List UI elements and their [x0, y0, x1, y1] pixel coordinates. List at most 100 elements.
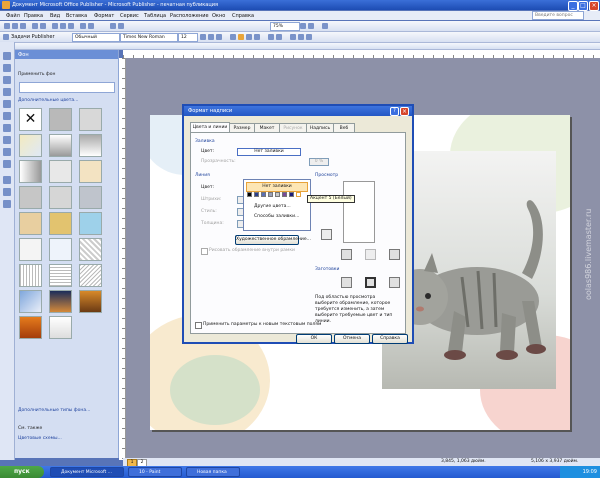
zoom-in-icon[interactable]: [308, 23, 314, 29]
background-swatch[interactable]: [19, 264, 42, 287]
bullets-icon[interactable]: [276, 34, 282, 40]
background-swatch[interactable]: [19, 160, 42, 183]
table-icon[interactable]: [110, 23, 116, 29]
italic-icon[interactable]: [208, 34, 214, 40]
hot-spot-icon[interactable]: [3, 176, 11, 184]
font-select[interactable]: Times New Roman: [120, 33, 178, 42]
preset-none[interactable]: [341, 277, 352, 288]
menu-window[interactable]: Окно: [212, 13, 225, 19]
save-icon[interactable]: [20, 23, 26, 29]
color-swatch[interactable]: [282, 192, 287, 197]
background-swatch[interactable]: [49, 238, 72, 261]
paste-icon[interactable]: [68, 23, 74, 29]
color-swatch-accent5[interactable]: [296, 192, 301, 197]
background-swatch[interactable]: [49, 212, 72, 235]
help-icon[interactable]: [322, 23, 328, 29]
border-preset-left[interactable]: [341, 249, 352, 260]
menu-help[interactable]: Справка: [232, 13, 254, 19]
border-preset-center[interactable]: [365, 249, 376, 260]
background-swatch[interactable]: [79, 160, 102, 183]
open-icon[interactable]: [12, 23, 18, 29]
background-swatch[interactable]: [49, 316, 72, 339]
start-button[interactable]: пуск: [0, 466, 44, 478]
background-swatch[interactable]: [19, 290, 42, 313]
preview-left-border-button[interactable]: [321, 229, 332, 240]
color-swatch[interactable]: [247, 192, 252, 197]
arrow-icon[interactable]: [3, 124, 11, 132]
menu-view[interactable]: Вид: [50, 13, 60, 19]
justify-icon[interactable]: [254, 34, 260, 40]
zoom-select[interactable]: 75%: [270, 22, 300, 31]
background-swatch[interactable]: [79, 238, 102, 261]
more-background-types-link[interactable]: Дополнительные типы фона...: [18, 408, 90, 413]
line-icon[interactable]: [3, 112, 11, 120]
cancel-button[interactable]: Отмена: [334, 334, 370, 344]
background-swatch[interactable]: [79, 264, 102, 287]
no-fill-option[interactable]: Нет заливки: [246, 182, 308, 192]
task-pane-icon[interactable]: [3, 34, 9, 40]
underline-icon[interactable]: [216, 34, 222, 40]
align-left-icon[interactable]: [230, 34, 236, 40]
background-color-strip[interactable]: [19, 82, 115, 93]
font-size-select[interactable]: 12: [178, 33, 198, 42]
background-swatch[interactable]: [19, 238, 42, 261]
align-center-icon[interactable]: [238, 34, 244, 40]
menu-tools[interactable]: Сервис: [120, 13, 139, 19]
maximize-button[interactable]: □: [578, 1, 588, 11]
copy-icon[interactable]: [60, 23, 66, 29]
font-color-icon[interactable]: [306, 34, 312, 40]
bold-icon[interactable]: [200, 34, 206, 40]
background-swatch[interactable]: [49, 134, 72, 157]
task-pane-label[interactable]: Задачи Publisher: [11, 34, 55, 40]
numbering-icon[interactable]: [268, 34, 274, 40]
vertical-ruler[interactable]: [119, 58, 126, 460]
new-icon[interactable]: [4, 23, 10, 29]
wordart-icon[interactable]: [3, 88, 11, 96]
border-art-button[interactable]: Художественное обрамление...: [235, 235, 311, 245]
background-swatch[interactable]: [49, 290, 72, 313]
menu-arrange[interactable]: Расположение: [170, 13, 209, 19]
background-swatch[interactable]: [19, 186, 42, 209]
background-swatch[interactable]: [79, 212, 102, 235]
cut-icon[interactable]: [52, 23, 58, 29]
oval-icon[interactable]: [3, 136, 11, 144]
align-right-icon[interactable]: [246, 34, 252, 40]
background-swatch[interactable]: [49, 186, 72, 209]
background-swatch[interactable]: [79, 290, 102, 313]
close-window-button[interactable]: ×: [589, 1, 599, 11]
minimize-button[interactable]: _: [568, 1, 578, 11]
menu-edit[interactable]: Правка: [24, 13, 43, 19]
taskbar-item-folder[interactable]: Новая папка: [186, 467, 240, 477]
transparency-value[interactable]: 0 %: [309, 158, 329, 166]
background-swatch[interactable]: [19, 134, 42, 157]
help-search-input[interactable]: Введите вопрос: [532, 11, 584, 20]
design-gallery-icon[interactable]: [3, 200, 11, 208]
color-swatch[interactable]: [289, 192, 294, 197]
print-icon[interactable]: [32, 23, 38, 29]
color-swatch[interactable]: [254, 192, 259, 197]
taskbar-item-publisher[interactable]: Документ Microsoft ...: [50, 467, 124, 477]
background-swatch[interactable]: [19, 316, 42, 339]
border-preset-right[interactable]: [389, 249, 400, 260]
color-schemes-link[interactable]: Цветовые схемы...: [18, 436, 62, 441]
undo-icon[interactable]: [80, 23, 86, 29]
background-swatch[interactable]: [79, 186, 102, 209]
preset-grid[interactable]: [389, 277, 400, 288]
insert-table-icon[interactable]: [3, 76, 11, 84]
no-background-swatch[interactable]: ✕: [19, 108, 42, 131]
background-swatch[interactable]: [49, 264, 72, 287]
more-colors-link[interactable]: Дополнительные цвета...: [18, 98, 78, 103]
autoshapes-icon[interactable]: [3, 160, 11, 168]
color-swatch[interactable]: [268, 192, 273, 197]
style-select[interactable]: Обычный: [72, 33, 120, 42]
taskbar-item-paint[interactable]: 10 - Paint: [128, 467, 182, 477]
menu-format[interactable]: Формат: [94, 13, 114, 19]
menu-file[interactable]: Файл: [6, 13, 20, 19]
fill-color-dropdown[interactable]: Нет заливки: [237, 148, 301, 156]
menu-insert[interactable]: Вставка: [66, 13, 87, 19]
draw-inside-checkbox[interactable]: [201, 248, 208, 255]
redo-icon[interactable]: [88, 23, 94, 29]
zoom-out-icon[interactable]: [300, 23, 306, 29]
background-swatch[interactable]: [49, 160, 72, 183]
background-swatch[interactable]: [49, 108, 72, 131]
